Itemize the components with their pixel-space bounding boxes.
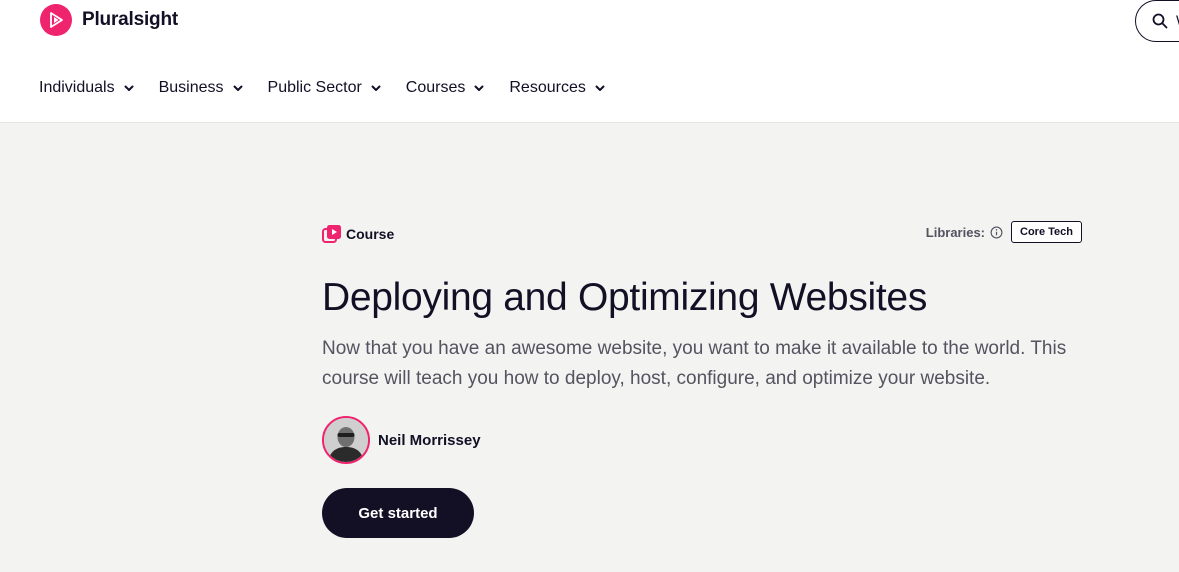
search-input[interactable]: W xyxy=(1135,0,1179,42)
course-hero: Course Libraries: Core Tech Deploying an… xyxy=(322,221,1082,538)
chevron-down-icon xyxy=(233,85,243,91)
avatar xyxy=(322,416,370,464)
nav-item-label: Courses xyxy=(405,79,466,96)
brand-name: Pluralsight xyxy=(82,9,178,30)
author[interactable]: Neil Morrissey xyxy=(322,416,1082,464)
info-icon[interactable] xyxy=(990,226,1003,239)
libraries: Libraries: Core Tech xyxy=(926,221,1082,243)
site-header: Pluralsight W Individuals Business Publi… xyxy=(0,0,1179,123)
nav-item-resources[interactable]: Resources xyxy=(509,76,605,100)
nav-item-courses[interactable]: Courses xyxy=(406,76,486,100)
search-icon xyxy=(1152,13,1168,29)
nav-item-business[interactable]: Business xyxy=(159,76,244,100)
course-play-icon xyxy=(322,225,341,243)
author-name: Neil Morrissey xyxy=(378,431,481,449)
pluralsight-play-icon xyxy=(40,4,72,36)
nav-item-label: Public Sector xyxy=(267,79,362,96)
nav-item-label: Individuals xyxy=(39,79,115,96)
chevron-down-icon xyxy=(474,85,484,91)
nav-item-label: Resources xyxy=(509,79,586,96)
chevron-down-icon xyxy=(124,85,134,91)
library-badge[interactable]: Core Tech xyxy=(1011,221,1082,243)
course-title: Deploying and Optimizing Websites xyxy=(322,276,928,319)
chevron-down-icon xyxy=(595,85,605,91)
nav-item-public-sector[interactable]: Public Sector xyxy=(268,76,382,100)
get-started-button[interactable]: Get started xyxy=(322,488,474,538)
course-type-tag: Course xyxy=(322,224,394,244)
nav-item-individuals[interactable]: Individuals xyxy=(39,76,135,100)
course-type-label: Course xyxy=(346,226,395,242)
chevron-down-icon xyxy=(371,85,381,91)
course-meta-row: Course Libraries: Core Tech xyxy=(322,221,1082,246)
nav-item-label: Business xyxy=(158,79,224,96)
main-nav: Individuals Business Public Sector Cours… xyxy=(39,76,630,100)
pluralsight-logo[interactable]: Pluralsight xyxy=(40,4,178,36)
libraries-label: Libraries: xyxy=(925,224,986,240)
course-description: Now that you have an awesome website, yo… xyxy=(322,338,1067,389)
